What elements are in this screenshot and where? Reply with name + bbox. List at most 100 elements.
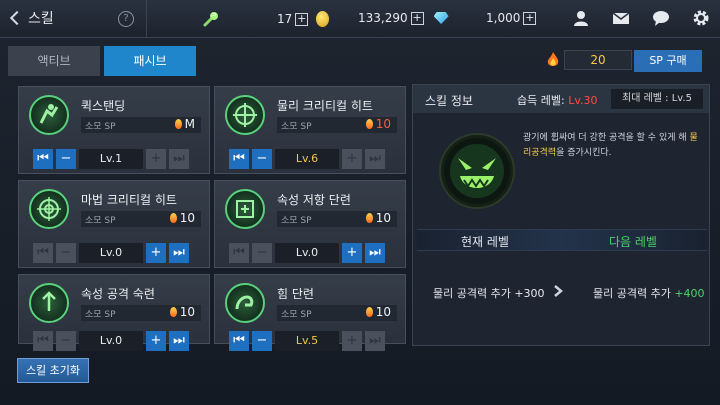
cost-value: 10 <box>179 305 195 319</box>
skill-description: 광기에 휩싸여 더 강한 공격을 할 수 있게 해 물리공격력을 증가시킨다. <box>523 133 698 158</box>
mail-icon[interactable] <box>612 9 630 27</box>
skill-level: Lv.6 <box>275 149 339 169</box>
level-min-button[interactable]: ⏮ <box>229 149 249 169</box>
level-minus-button[interactable]: − <box>252 149 272 169</box>
level-max-button[interactable]: ⏭ <box>169 243 189 263</box>
cost-label: 소모 SP <box>281 122 312 132</box>
skill-info-header: 스킬 정보 습득 레벨: Lv.30 최대 레벨 : Lv.5 <box>413 85 709 113</box>
skill-card-element-resist[interactable]: 속성 저항 단련 소모 SP 10 ⏮ − Lv.0 + ⏭ <box>214 180 406 268</box>
gem-value: 1,000 <box>486 11 521 25</box>
level-minus-button[interactable]: − <box>252 243 272 263</box>
skill-level: Lv.1 <box>79 149 143 169</box>
help-icon[interactable]: ? <box>118 11 134 27</box>
level-min-button[interactable]: ⏮ <box>229 331 249 351</box>
level-plus-button[interactable]: + <box>342 243 362 263</box>
level-min-button[interactable]: ⏮ <box>33 243 53 263</box>
page-title: 스킬 <box>28 11 54 27</box>
level-max-button[interactable]: ⏭ <box>365 149 385 169</box>
current-level-label: 현재 레벨 <box>461 235 509 249</box>
level-minus-button[interactable]: − <box>252 331 272 351</box>
skill-cost: 소모 SP M <box>81 117 201 133</box>
sp-buy-button[interactable]: SP 구매 <box>634 50 702 72</box>
level-plus-button[interactable]: + <box>146 331 166 351</box>
skill-info-title: 스킬 정보 <box>425 94 473 108</box>
header-divider <box>146 0 147 38</box>
level-plus-button[interactable]: + <box>146 243 166 263</box>
skill-card-physical-critical[interactable]: 물리 크리티컬 히트 소모 SP 10 ⏮ − Lv.6 + ⏭ <box>214 86 406 174</box>
add-gold-button[interactable]: + <box>410 11 424 25</box>
level-max-button[interactable]: ⏭ <box>169 331 189 351</box>
gold-value: 133,290 <box>358 11 408 25</box>
level-min-button[interactable]: ⏮ <box>229 243 249 263</box>
current-stat: 물리 공격력 추가 +300 <box>433 287 545 300</box>
cost-value: 10 <box>375 305 391 319</box>
level-plus-button[interactable]: + <box>146 149 166 169</box>
top-bar: 스킬 ? 17 + 133,290 + 1,000 + <box>0 0 720 38</box>
strength-icon <box>225 283 265 323</box>
cost-value: 10 <box>375 211 391 225</box>
cost-label: 소모 SP <box>281 216 312 226</box>
level-max-button[interactable]: ⏭ <box>365 331 385 351</box>
skill-cost: 소모 SP 10 <box>277 305 397 321</box>
skill-card-quick-standing[interactable]: 퀵스탠딩 소모 SP M ⏮ − Lv.1 + ⏭ <box>18 86 210 174</box>
berserk-skill-icon <box>441 135 513 207</box>
sp-value: 20 <box>564 50 632 70</box>
gem-icon <box>433 12 449 24</box>
gear-icon[interactable] <box>692 9 710 27</box>
next-level-label: 다음 레벨 <box>609 235 657 249</box>
add-gem-button[interactable]: + <box>523 11 537 25</box>
cost-label: 소모 SP <box>85 122 116 132</box>
skill-name: 힘 단련 <box>277 287 314 301</box>
chevron-right-icon <box>554 285 563 297</box>
skill-cost: 소모 SP 10 <box>277 117 397 133</box>
level-minus-button[interactable]: − <box>56 243 76 263</box>
back-button[interactable]: 스킬 <box>8 8 54 28</box>
flame-icon <box>169 213 177 223</box>
stamina-icon <box>203 12 218 27</box>
flame-icon <box>365 307 373 317</box>
skill-level: Lv.5 <box>275 331 339 351</box>
skill-name: 마법 크리티컬 히트 <box>81 193 177 207</box>
skill-cost: 소모 SP 10 <box>277 211 397 227</box>
skill-name: 속성 공격 숙련 <box>81 287 155 301</box>
cost-value: M <box>184 117 195 131</box>
flame-icon <box>365 213 373 223</box>
element-resist-icon <box>225 189 265 229</box>
tab-active[interactable]: 액티브 <box>8 46 100 76</box>
flame-icon <box>547 52 559 66</box>
skill-card-magic-critical[interactable]: 마법 크리티컬 히트 소모 SP 10 ⏮ − Lv.0 + ⏭ <box>18 180 210 268</box>
level-min-button[interactable]: ⏮ <box>33 331 53 351</box>
skill-name: 속성 저항 단련 <box>277 193 351 207</box>
skill-reset-button[interactable]: 스킬 초기화 <box>17 358 89 383</box>
crosshair-icon <box>225 95 265 135</box>
gold-coin-icon <box>316 11 330 27</box>
tab-passive[interactable]: 패시브 <box>104 46 196 76</box>
stamina-value: 17 <box>277 12 293 26</box>
flame-icon <box>169 307 177 317</box>
level-max-button[interactable]: ⏭ <box>169 149 189 169</box>
skill-info-panel: 스킬 정보 습득 레벨: Lv.30 최대 레벨 : Lv.5 광기에 휩싸여 … <box>412 84 710 346</box>
chat-icon[interactable] <box>652 9 670 27</box>
next-stat: 물리 공격력 추가 +400 <box>593 287 705 300</box>
level-compare-header: 현재 레벨 다음 레벨 <box>417 229 707 251</box>
level-max-button[interactable]: ⏭ <box>365 243 385 263</box>
stamina-counter: 17 + <box>277 11 330 27</box>
flame-icon <box>365 119 373 129</box>
level-min-button[interactable]: ⏮ <box>33 149 53 169</box>
level-plus-button[interactable]: + <box>342 331 362 351</box>
level-minus-button[interactable]: − <box>56 149 76 169</box>
cost-label: 소모 SP <box>281 310 312 320</box>
skill-name: 퀵스탠딩 <box>81 99 126 113</box>
cost-label: 소모 SP <box>85 216 116 226</box>
level-minus-button[interactable]: − <box>56 331 76 351</box>
skill-card-strength[interactable]: 힘 단련 소모 SP 10 ⏮ − Lv.5 + ⏭ <box>214 274 406 351</box>
gold-counter: 133,290 + <box>358 11 449 25</box>
skill-level: Lv.0 <box>79 243 143 263</box>
friends-icon[interactable] <box>572 9 590 27</box>
cost-label: 소모 SP <box>85 310 116 320</box>
skill-card-element-attack[interactable]: 속성 공격 숙련 소모 SP 10 ⏮ − Lv.0 + ⏭ <box>18 274 210 351</box>
add-stamina-button[interactable]: + <box>295 12 309 26</box>
flame-icon <box>174 119 182 129</box>
skill-level: Lv.0 <box>275 243 339 263</box>
level-plus-button[interactable]: + <box>342 149 362 169</box>
